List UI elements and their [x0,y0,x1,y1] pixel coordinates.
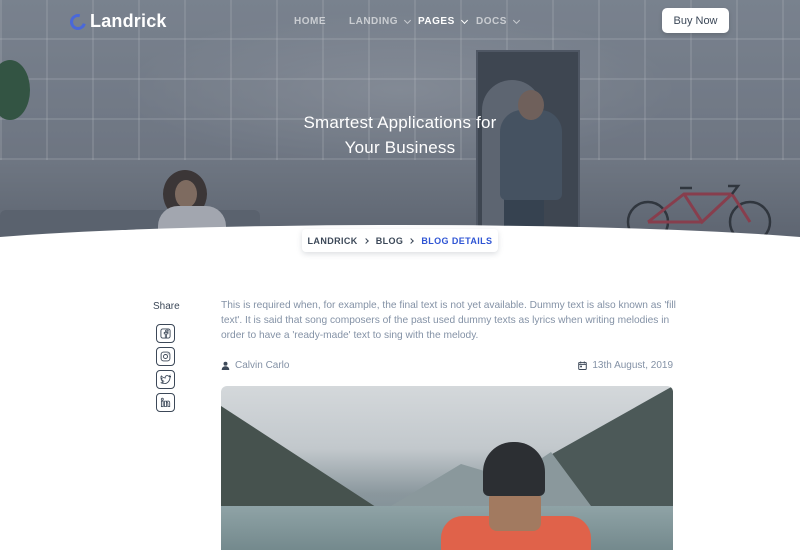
nav-item-label: HOME [294,16,326,27]
share-title: Share [153,301,180,312]
article-meta: Calvin Carlo 13th August, 2019 [221,360,673,374]
breadcrumb-item-current: BLOG DETAILS [421,235,493,246]
page-title-line-1: Smartest Applications for [303,113,497,132]
calendar-icon [578,361,588,370]
chevron-down-icon [460,16,468,24]
nav-item-docs[interactable]: DOCS [476,16,526,27]
facebook-icon [160,328,171,339]
chevron-right-icon [362,237,369,244]
chevron-right-icon [408,237,415,244]
page-title: Smartest Applications for Your Business [0,110,800,160]
breadcrumb-item-blog[interactable]: BLOG [376,236,404,246]
author-link[interactable]: Calvin Carlo [221,360,289,371]
logo-icon [67,10,89,33]
nav-item-landing[interactable]: LANDING [349,16,418,27]
nav-item-label: DOCS [476,16,507,27]
share-twitter-button[interactable] [156,370,175,389]
brand-name: Landrick [90,11,167,31]
breadcrumb: LANDRICK BLOG BLOG DETAILS [302,229,498,252]
nav-item-pages[interactable]: PAGES [418,16,476,27]
blog-featured-image [221,386,673,550]
chevron-down-icon [512,16,520,24]
share-instagram-button[interactable] [156,347,175,366]
breadcrumb-item-landrick[interactable]: LANDRICK [308,236,358,246]
brand-logo[interactable]: Landrick [67,10,167,33]
twitter-icon [160,374,171,385]
author-name: Calvin Carlo [235,360,290,371]
linkedin-icon [160,397,171,408]
buy-now-button[interactable]: Buy Now [662,8,729,33]
nav-item-label: LANDING [349,16,399,27]
chevron-down-icon [404,16,412,24]
share-facebook-button[interactable] [156,324,175,343]
navbar: Landrick HOME LANDING PAGES DOCS Buy Now [0,0,800,44]
share-linkedin-button[interactable] [156,393,175,412]
post-date-text: 13th August, 2019 [592,360,673,371]
nav-item-home[interactable]: HOME [294,16,349,27]
article-paragraph: This is required when, for example, the … [221,300,676,342]
page-title-line-2: Your Business [344,138,456,157]
post-date: 13th August, 2019 [578,360,673,371]
main-nav: HOME LANDING PAGES DOCS [294,16,526,27]
nav-item-label: PAGES [418,16,455,27]
user-icon [221,361,230,370]
instagram-icon [160,351,171,362]
